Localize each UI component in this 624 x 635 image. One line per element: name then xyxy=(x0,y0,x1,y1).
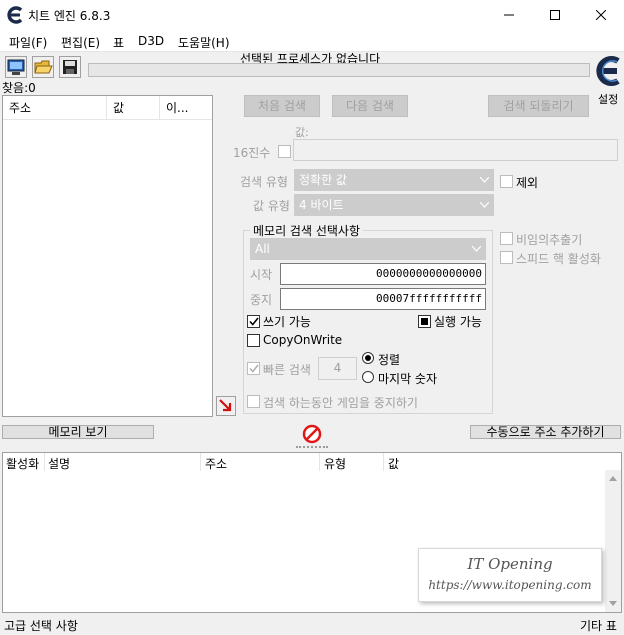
scroll-down-icon[interactable] xyxy=(609,601,617,606)
vertical-scrollbar[interactable] xyxy=(605,470,621,612)
memory-view-button[interactable]: 메모리 보기 xyxy=(2,425,154,439)
radio-dot-icon xyxy=(365,355,371,361)
chevron-down-icon xyxy=(472,246,481,252)
watermark-url: https://www.itopening.com xyxy=(428,578,592,592)
last-digits-label: 마지막 숫자 xyxy=(378,372,438,386)
exclude-checkbox[interactable] xyxy=(500,175,513,188)
value-type-label: 값 유형 xyxy=(253,199,290,213)
folder-open-icon xyxy=(34,60,53,74)
next-scan-button[interactable]: 다음 검색 xyxy=(332,95,408,117)
table-extras-label[interactable]: 기타 표 xyxy=(580,617,617,634)
indeterminate-icon xyxy=(421,318,428,325)
cheat-engine-settings-icon[interactable] xyxy=(593,53,623,89)
value-type-value: 4 바이트 xyxy=(299,198,344,212)
close-icon xyxy=(596,10,606,20)
memory-scan-options-title: 메모리 검색 선택사항 xyxy=(250,222,363,239)
results-column-address[interactable]: 주소 xyxy=(3,96,107,120)
address-column-address[interactable]: 주소 xyxy=(202,453,320,471)
pause-game-label: 검색 하는동안 게임을 중지하기 xyxy=(263,396,418,410)
unrandomizer-checkbox[interactable] xyxy=(500,232,513,245)
alignment-label: 정렬 xyxy=(378,353,401,367)
writable-checkbox[interactable] xyxy=(247,315,260,328)
executable-checkbox[interactable] xyxy=(418,315,431,328)
cheat-engine-logo-icon xyxy=(7,6,23,24)
copy-to-address-list-button[interactable] xyxy=(216,396,236,416)
fast-scan-alignment-input[interactable]: 4 xyxy=(318,357,357,380)
copy-on-write-label: CopyOnWrite xyxy=(263,333,343,347)
executable-label: 실행 가능 xyxy=(434,315,482,329)
maximize-icon xyxy=(550,10,560,20)
last-digits-radio[interactable] xyxy=(362,371,374,383)
minimize-button[interactable] xyxy=(486,0,532,30)
address-column-description[interactable]: 설명 xyxy=(46,453,201,471)
hex-label: 16진수 xyxy=(233,146,271,160)
stop-label: 중지 xyxy=(250,293,273,307)
scroll-up-icon[interactable] xyxy=(609,476,617,481)
results-column-value[interactable]: 값 xyxy=(107,96,160,120)
red-arrow-icon xyxy=(219,399,232,412)
watermark: IT Opening https://www.itopening.com xyxy=(418,548,602,602)
splitter-handle[interactable] xyxy=(296,446,328,450)
save-icon xyxy=(63,60,77,74)
save-file-button[interactable] xyxy=(59,56,81,78)
start-address-input[interactable]: 0000000000000000 xyxy=(280,263,486,285)
minimize-icon xyxy=(504,14,514,16)
chevron-down-icon xyxy=(480,202,489,208)
undo-scan-button[interactable]: 검색 되돌리기 xyxy=(488,95,589,117)
computer-icon xyxy=(7,59,25,75)
close-button[interactable] xyxy=(578,0,624,30)
stop-address-input[interactable]: 00007fffffffffff xyxy=(280,288,486,310)
scan-type-value: 정확한 값 xyxy=(299,173,347,187)
checkmark-icon xyxy=(248,364,259,373)
add-address-manually-button[interactable]: 수동으로 주소 추가하기 xyxy=(470,425,621,439)
memory-region-value: All xyxy=(255,242,270,256)
select-process-button[interactable] xyxy=(5,56,27,78)
maximize-button[interactable] xyxy=(532,0,578,30)
checkmark-icon xyxy=(248,317,259,326)
unrandomizer-label: 비임의추출기 xyxy=(516,233,583,247)
alignment-radio[interactable] xyxy=(362,352,374,364)
advanced-options-label[interactable]: 고급 선택 사항 xyxy=(4,617,78,634)
speedhack-checkbox[interactable] xyxy=(500,251,513,264)
writable-label: 쓰기 가능 xyxy=(263,315,311,329)
scan-results-list[interactable] xyxy=(2,95,213,417)
memory-region-select[interactable]: All xyxy=(250,238,486,260)
no-entry-icon[interactable] xyxy=(302,424,322,444)
address-column-value[interactable]: 값 xyxy=(385,453,605,471)
menu-table[interactable]: 표 xyxy=(113,34,124,51)
address-column-active[interactable]: 활성화 xyxy=(3,453,45,471)
scan-type-select[interactable]: 정확한 값 xyxy=(294,169,494,191)
status-bar xyxy=(0,614,624,635)
value-type-select[interactable]: 4 바이트 xyxy=(294,194,494,216)
hex-checkbox[interactable] xyxy=(278,145,291,158)
fast-scan-label: 빠른 검색 xyxy=(263,363,311,377)
speedhack-label: 스피드 핵 활성화 xyxy=(516,252,601,266)
window-title: 치트 엔진 6.8.3 xyxy=(28,9,111,23)
value-input[interactable] xyxy=(293,139,618,161)
start-label: 시작 xyxy=(250,268,273,282)
scan-type-label: 검색 유형 xyxy=(240,175,288,189)
copy-on-write-checkbox[interactable] xyxy=(247,334,260,347)
settings-label[interactable]: 설정 xyxy=(598,91,618,107)
address-column-type[interactable]: 유형 xyxy=(321,453,384,471)
menu-file[interactable]: 파일(F) xyxy=(9,34,47,51)
fast-scan-checkbox[interactable] xyxy=(247,362,260,375)
open-file-button[interactable] xyxy=(32,56,54,78)
menu-edit[interactable]: 편집(E) xyxy=(61,34,100,51)
pause-game-checkbox[interactable] xyxy=(247,395,260,408)
first-scan-button[interactable]: 처음 검색 xyxy=(244,95,320,117)
exclude-label: 제외 xyxy=(516,176,539,190)
menu-help[interactable]: 도움말(H) xyxy=(178,34,230,51)
watermark-title: IT Opening xyxy=(467,555,553,573)
value-label: 값: xyxy=(295,126,309,139)
progress-bar xyxy=(88,63,590,77)
results-column-previous[interactable]: 이... xyxy=(160,96,212,120)
found-count: 찾음:0 xyxy=(2,81,36,95)
menu-d3d[interactable]: D3D xyxy=(138,34,164,48)
chevron-down-icon xyxy=(480,177,489,183)
